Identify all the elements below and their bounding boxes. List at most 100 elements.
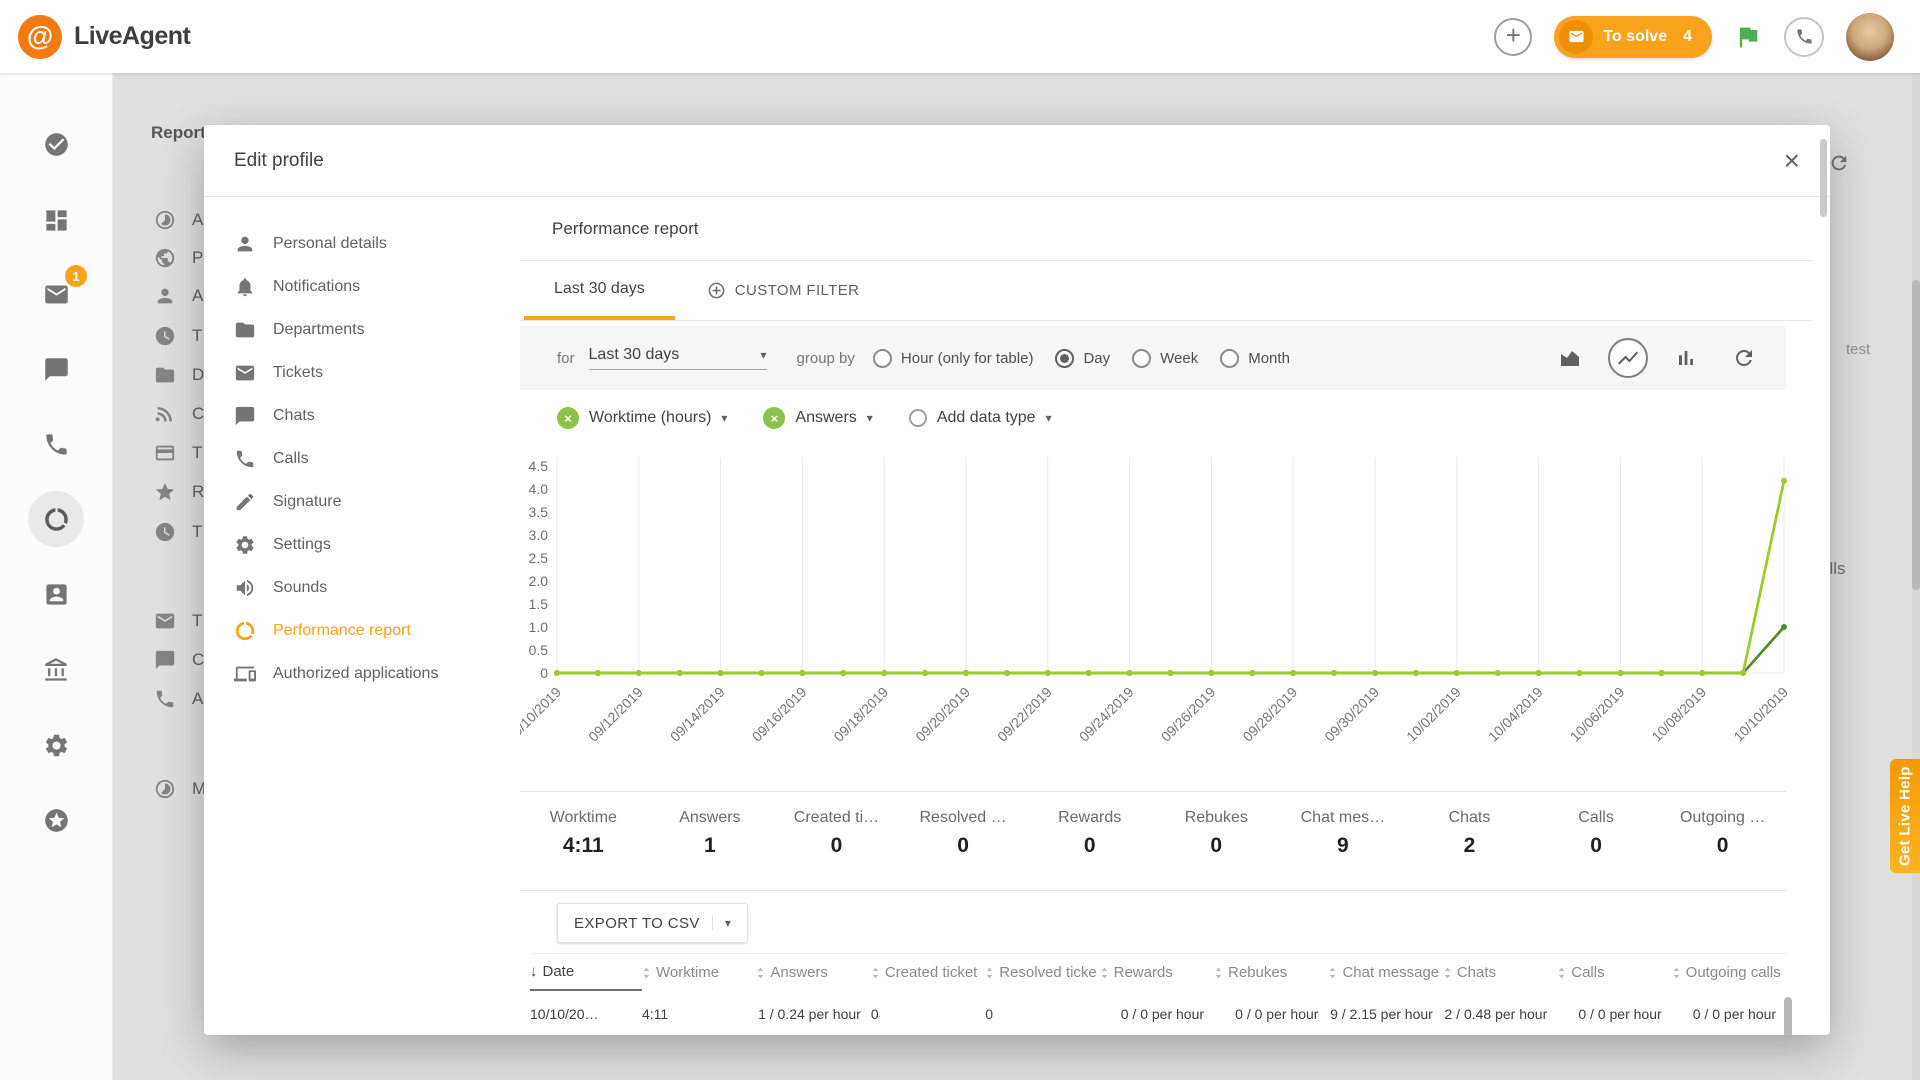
refresh-button[interactable] — [1724, 338, 1764, 378]
section-title: Performance report — [552, 219, 698, 239]
svg-text:09/14/2019: 09/14/2019 — [667, 684, 728, 745]
bar-chart-button[interactable] — [1666, 338, 1706, 378]
sort-icon — [642, 967, 651, 979]
groupby-radio-week[interactable]: Week — [1132, 349, 1198, 368]
table-cell: 9 / 2.15 per hour — [1328, 1006, 1442, 1022]
groupby-radio-month[interactable]: Month — [1220, 349, 1290, 368]
tab-custom-filter[interactable]: CUSTOM FILTER — [677, 261, 890, 320]
star-circle-icon — [43, 807, 70, 834]
person-icon — [234, 233, 256, 255]
column-header-chat-message[interactable]: Chat message — [1328, 954, 1442, 991]
sort-icon — [756, 967, 765, 979]
sidebar-item-settings[interactable] — [28, 717, 84, 773]
sidebar-item-tasks[interactable] — [28, 116, 84, 172]
stat-value: 0 — [1153, 834, 1280, 858]
to-solve-button[interactable]: To solve 4 — [1554, 16, 1712, 58]
edit-profile-dialog: Edit profile × Personal detailsNotificat… — [204, 125, 1830, 1035]
stat-resolved-: Resolved …0 — [900, 792, 1027, 890]
column-header-rewards[interactable]: Rewards — [1100, 954, 1214, 991]
menu-item-tickets[interactable]: Tickets — [204, 352, 520, 394]
sort-icon — [1328, 967, 1337, 979]
stat-rewards: Rewards 0 — [1026, 792, 1153, 890]
column-header-calls[interactable]: Calls — [1557, 954, 1671, 991]
chip-label: Add data type — [937, 409, 1036, 427]
stat-value: 1 — [647, 834, 774, 858]
column-header-rebukes[interactable]: Rebukes — [1214, 954, 1328, 991]
svg-text:1.0: 1.0 — [529, 619, 549, 635]
stat-value: 9 — [1280, 834, 1407, 858]
stat-value: 0 — [1026, 834, 1153, 858]
svg-text:09/30/2019: 09/30/2019 — [1321, 684, 1382, 745]
add-data-type-chip[interactable]: Add data type▾ — [909, 409, 1052, 427]
get-live-help-tab[interactable]: Get Live Help — [1890, 759, 1920, 873]
menu-item-personal-details[interactable]: Personal details — [204, 223, 520, 265]
table-cell: 1 / 0.24 per hour — [756, 1006, 870, 1022]
menu-item-performance-report[interactable]: Performance report — [204, 610, 520, 652]
stat-label: Rewards — [1026, 809, 1153, 827]
performance-report-panel: Performance report Last 30 days CUSTOM F… — [520, 197, 1830, 1035]
sidebar-item-calls[interactable] — [28, 416, 84, 472]
radio-icon — [909, 409, 927, 427]
dialog-scrollbar[interactable] — [1820, 139, 1827, 217]
data-type-chip-2[interactable]: ×Answers▾ — [763, 407, 872, 429]
stat-label: Answers — [647, 809, 774, 827]
call-status-button[interactable] — [1784, 17, 1824, 57]
close-icon[interactable]: × — [1784, 147, 1800, 175]
export-to-csv-button[interactable]: EXPORT TO CSV ▾ — [557, 903, 748, 943]
remove-icon[interactable]: × — [557, 407, 579, 429]
sidebar-item-contacts[interactable] — [28, 566, 84, 622]
table-cell: 4:11 — [642, 1006, 756, 1022]
column-header-outgoing-calls[interactable]: Outgoing calls — [1672, 954, 1786, 991]
svg-text:2.0: 2.0 — [529, 573, 549, 589]
radio-icon — [1132, 349, 1151, 368]
line-chart-button[interactable] — [1608, 338, 1648, 378]
sidebar-item-tickets[interactable]: 1 — [28, 266, 84, 322]
liveagent-logo-icon: @ — [18, 15, 62, 59]
sidebar-item-plugins[interactable] — [28, 792, 84, 848]
add-new-button[interactable]: + — [1494, 18, 1532, 56]
svg-text:4.5: 4.5 — [529, 458, 549, 474]
stat-outgoing-: Outgoing …0 — [1659, 792, 1786, 890]
chevron-down-icon: ▾ — [721, 411, 727, 425]
sidebar-item-chats[interactable] — [28, 341, 84, 397]
groupby-radio-day[interactable]: Day — [1055, 349, 1110, 368]
sidebar-item-reports[interactable] — [28, 491, 84, 547]
table-cell: 0 / 0 per hour — [1557, 1006, 1671, 1022]
menu-item-signature[interactable]: Signature — [204, 481, 520, 523]
sidebar-item-dashboard[interactable] — [28, 192, 84, 248]
status-flag-button[interactable] — [1734, 23, 1762, 51]
sidebar-item-companies[interactable] — [28, 642, 84, 698]
menu-item-departments[interactable]: Departments — [204, 309, 520, 351]
range-select[interactable]: Last 30 days ▾ — [589, 346, 767, 370]
menu-item-calls[interactable]: Calls — [204, 438, 520, 480]
column-header-worktime[interactable]: Worktime — [642, 954, 756, 991]
user-avatar[interactable] — [1846, 13, 1894, 61]
stat-value: 0 — [773, 834, 900, 858]
menu-item-authorized-applications[interactable]: Authorized applications — [204, 653, 520, 695]
menu-item-notifications[interactable]: Notifications — [204, 266, 520, 308]
column-header-created-ticket[interactable]: Created ticket — [871, 954, 985, 991]
table-scrollbar[interactable] — [1784, 997, 1792, 1035]
remove-icon[interactable]: × — [763, 407, 785, 429]
menu-item-label: Authorized applications — [273, 665, 438, 683]
brand-logo[interactable]: @ LiveAgent — [18, 15, 190, 59]
table-row[interactable]: 10/10/20…4:111 / 0.24 per hour000 / 0 pe… — [530, 991, 1786, 1035]
tab-last-30-days[interactable]: Last 30 days — [524, 261, 675, 320]
column-header-date[interactable]: ↓Date — [530, 954, 642, 991]
menu-item-sounds[interactable]: Sounds — [204, 567, 520, 609]
column-label: Chat message — [1342, 964, 1439, 981]
radio-label: Week — [1160, 350, 1198, 367]
menu-item-chats[interactable]: Chats — [204, 395, 520, 437]
column-header-resolved-ticke[interactable]: Resolved ticke — [985, 954, 1099, 991]
area-chart-button[interactable] — [1550, 338, 1590, 378]
mail-icon — [234, 362, 256, 384]
data-type-chip-1[interactable]: ×Worktime (hours)▾ — [557, 407, 727, 429]
column-header-answers[interactable]: Answers — [756, 954, 870, 991]
groupby-radio-hour-only-for-table-[interactable]: Hour (only for table) — [873, 349, 1034, 368]
column-header-chats[interactable]: Chats — [1443, 954, 1557, 991]
svg-text:09/12/2019: 09/12/2019 — [585, 684, 646, 745]
stat-value: 0 — [1533, 834, 1660, 858]
topbar-actions: + To solve 4 — [1494, 13, 1894, 61]
menu-item-settings[interactable]: Settings — [204, 524, 520, 566]
to-solve-label: To solve — [1603, 28, 1667, 46]
